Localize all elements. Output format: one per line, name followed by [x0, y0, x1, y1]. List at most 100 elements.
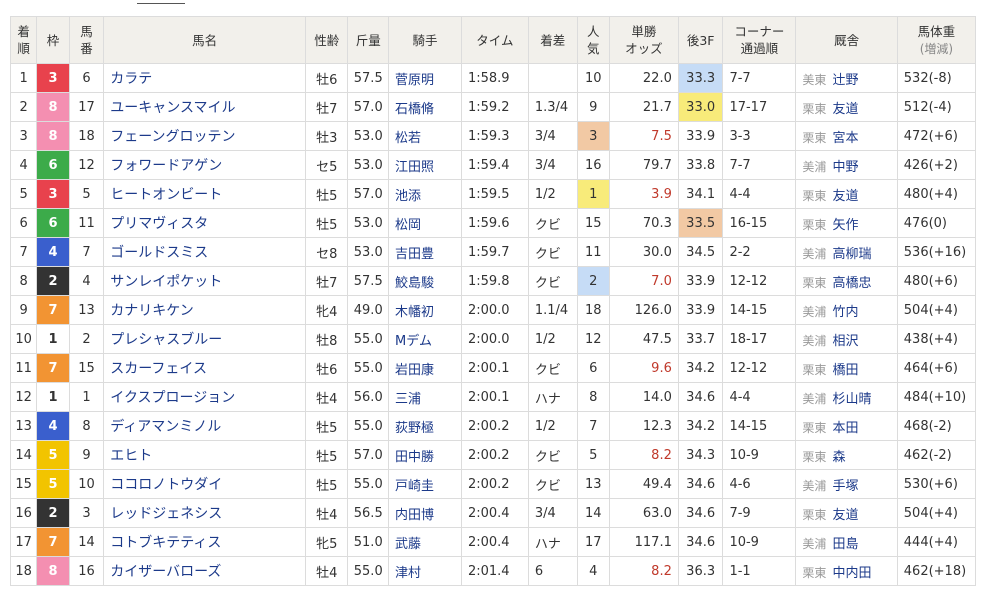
margin-cell: 3/4	[527, 121, 578, 151]
horse-name-link[interactable]: サンレイポケット	[110, 274, 222, 290]
jockey-cell: 鮫島駿	[388, 266, 462, 296]
jockey-link[interactable]: 松岡	[395, 218, 421, 233]
body-weight-cell: 462(+18)	[896, 556, 977, 586]
horse-name-link[interactable]: レッドジェネシス	[110, 506, 222, 522]
trainer-link[interactable]: 相沢	[832, 334, 858, 349]
horse-name-link[interactable]: フェーングロッテン	[110, 129, 235, 145]
jockey-link[interactable]: 田中勝	[395, 450, 434, 465]
horse-name-link[interactable]: エヒト	[110, 448, 152, 464]
body-weight-cell: 438(+4)	[896, 324, 977, 354]
corner-cell: 10-9	[722, 527, 797, 557]
order-cell: 11	[9, 353, 38, 383]
umaban-cell: 15	[68, 353, 105, 383]
umaban-cell: 18	[68, 121, 105, 151]
horse-name-link[interactable]: ヒートオンビート	[110, 187, 222, 203]
waku-cell: 2	[36, 498, 70, 528]
last3f-cell: 33.5	[677, 208, 724, 238]
trainer-link[interactable]: 杉山晴	[832, 392, 871, 407]
jockey-link[interactable]: 江田照	[395, 160, 434, 175]
horse-name-link[interactable]: ユーキャンスマイル	[110, 100, 235, 116]
header-jockey: 騎手	[388, 16, 462, 64]
trainer-area: 美浦	[802, 478, 827, 493]
odds-cell: 12.3	[608, 411, 679, 441]
weight-cell: 55.0	[347, 324, 390, 354]
trainer-area: 美浦	[802, 333, 827, 348]
trainer-link[interactable]: 中野	[832, 160, 858, 175]
body-weight-cell: 536(+16)	[896, 237, 977, 267]
horse-name-link[interactable]: コトブキテティス	[110, 535, 221, 551]
horse-name-link[interactable]: イクスプロージョン	[110, 390, 235, 406]
trainer-link[interactable]: 友道	[832, 189, 858, 204]
jockey-link[interactable]: 鮫島駿	[395, 276, 434, 291]
trainer-link[interactable]: 橋田	[832, 363, 858, 378]
jockey-link[interactable]: 内田博	[395, 508, 434, 523]
trainer-link[interactable]: 竹内	[832, 305, 858, 320]
horse-name-link[interactable]: プレシャスブルー	[110, 332, 222, 348]
odds-cell: 79.7	[608, 150, 679, 180]
jockey-link[interactable]: 吉田豊	[395, 247, 434, 262]
trainer-link[interactable]: 中内田	[832, 566, 871, 581]
corner-cell: 4-4	[722, 382, 797, 412]
table-row: 11 7 15 スカーフェイス 牡6 55.0 岩田康 2:00.1 クビ 6 9.6 34.2 12-…	[9, 353, 977, 383]
trainer-link[interactable]: 本田	[832, 421, 858, 436]
trainer-link[interactable]: 田島	[832, 537, 858, 552]
trainer-link[interactable]: 森	[832, 450, 845, 465]
horse-name-link[interactable]: ゴールドスミス	[110, 245, 208, 261]
margin-cell: ハナ	[527, 527, 578, 557]
jockey-link[interactable]: 松若	[395, 131, 421, 146]
jockey-link[interactable]: 木幡初	[395, 305, 434, 320]
trainer-link[interactable]: 高橋忠	[832, 276, 871, 291]
trainer-link[interactable]: 手塚	[832, 479, 858, 494]
jockey-link[interactable]: 武藤	[395, 537, 421, 552]
trainer-link[interactable]: 友道	[832, 508, 858, 523]
horse-name-link[interactable]: カナリキケン	[110, 303, 194, 319]
jockey-cell: 戸崎圭	[388, 469, 462, 499]
table-row: 5 3 5 ヒートオンビート 牡5 57.0 池添 1:59.5 1/2 1 3.9 34.1 4-4 栗…	[9, 179, 977, 209]
jockey-link[interactable]: 荻野極	[395, 421, 434, 436]
popularity-cell: 3	[576, 121, 610, 151]
umaban-cell: 10	[68, 469, 105, 499]
time-cell: 1:59.5	[460, 179, 529, 209]
horse-name-link[interactable]: フォワードアゲン	[110, 158, 222, 174]
header-corner: コーナー 通過順	[722, 16, 797, 64]
jockey-cell: 木幡初	[388, 295, 462, 325]
time-cell: 1:59.7	[460, 237, 529, 267]
margin-cell: 3/4	[527, 150, 578, 180]
weight-cell: 53.0	[347, 208, 390, 238]
jockey-link[interactable]: 岩田康	[395, 363, 434, 378]
horse-name-link[interactable]: プリマヴィスタ	[110, 216, 208, 232]
horse-name-link[interactable]: カイザーバローズ	[110, 564, 221, 580]
trainer-link[interactable]: 矢作	[832, 218, 858, 233]
horse-name-link[interactable]: ココロノトウダイ	[110, 477, 222, 493]
horse-name-link[interactable]: ディアマンミノル	[110, 419, 221, 435]
trainer-link[interactable]: 宮本	[832, 131, 858, 146]
horse-name-link[interactable]: カラテ	[110, 71, 152, 87]
weight-cell: 55.0	[347, 469, 390, 499]
horse-name-cell: スカーフェイス	[103, 353, 306, 383]
waku-cell: 1	[36, 382, 70, 412]
margin-cell: 1/2	[527, 411, 578, 441]
jockey-link[interactable]: 戸崎圭	[395, 479, 434, 494]
jockey-link[interactable]: Mデム	[395, 334, 432, 349]
jockey-cell: 吉田豊	[388, 237, 462, 267]
waku-cell: 3	[36, 179, 70, 209]
trainer-link[interactable]: 辻野	[832, 73, 858, 88]
time-cell: 2:00.1	[460, 382, 529, 412]
waku-cell: 7	[36, 527, 70, 557]
odds-cell: 47.5	[608, 324, 679, 354]
trainer-link[interactable]: 友道	[832, 102, 858, 117]
time-cell: 1:58.9	[460, 63, 529, 93]
jockey-link[interactable]: 池添	[395, 189, 421, 204]
corner-cell: 12-12	[722, 266, 797, 296]
horse-name-link[interactable]: スカーフェイス	[110, 361, 207, 377]
time-cell: 2:00.2	[460, 440, 529, 470]
umaban-cell: 4	[68, 266, 105, 296]
odds-cell: 22.0	[608, 63, 679, 93]
jockey-link[interactable]: 菅原明	[395, 73, 434, 88]
sexage-cell: 牡5	[304, 208, 349, 238]
jockey-link[interactable]: 津村	[395, 566, 421, 581]
jockey-link[interactable]: 石橋脩	[395, 102, 434, 117]
trainer-link[interactable]: 高柳瑞	[832, 247, 871, 262]
jockey-link[interactable]: 三浦	[395, 392, 421, 407]
time-cell: 2:00.1	[460, 353, 529, 383]
